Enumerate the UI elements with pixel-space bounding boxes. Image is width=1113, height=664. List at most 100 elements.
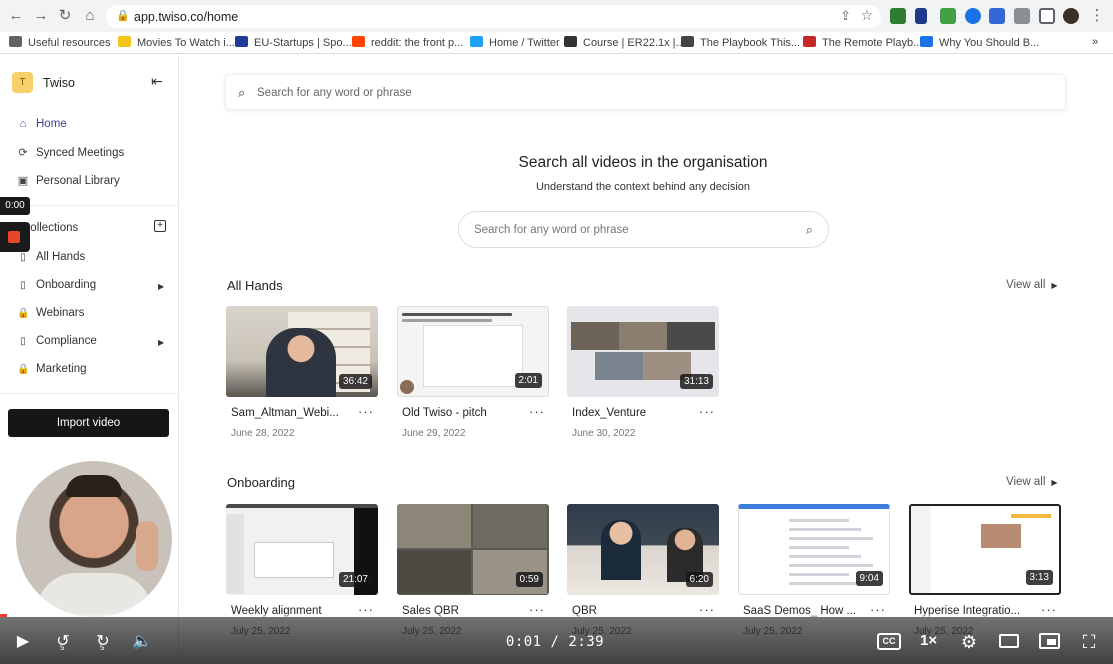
- collection-item-all-hands[interactable]: ▯ All Hands: [17, 251, 85, 263]
- more-options-icon[interactable]: ···: [699, 404, 715, 419]
- video-card[interactable]: 6:20QBR···July 25, 2022: [567, 504, 719, 637]
- video-card[interactable]: 3:13Hyperise Integratio...···July 25, 20…: [909, 504, 1061, 637]
- video-card[interactable]: 21:07Weekly alignment···July 25, 2022: [226, 504, 378, 637]
- extension-icon[interactable]: [915, 8, 927, 24]
- play-icon[interactable]: ▶: [9, 628, 37, 656]
- duration-badge: 2:01: [514, 373, 542, 388]
- top-search-bar[interactable]: ⌕ Search for any word or phrase: [225, 74, 1066, 110]
- hero-search-placeholder: Search for any word or phrase: [474, 224, 629, 236]
- thumbnail-text-line: [789, 564, 873, 567]
- video-title[interactable]: Old Twiso - pitch: [402, 407, 522, 419]
- extension-icon[interactable]: [940, 8, 956, 24]
- collection-item-label: All Hands: [36, 251, 86, 263]
- extension-icon[interactable]: [965, 8, 981, 24]
- video-thumbnail[interactable]: 9:04: [738, 504, 890, 595]
- more-options-icon[interactable]: ···: [529, 404, 545, 419]
- theater-mode-icon[interactable]: [999, 634, 1019, 648]
- skip-back-icon[interactable]: ↺ 5: [49, 628, 77, 656]
- volume-icon[interactable]: 🔈: [128, 628, 156, 656]
- view-all-link[interactable]: View all ▶: [1006, 476, 1058, 488]
- bookmark-item[interactable]: Why You Should B...: [920, 36, 1039, 49]
- profile-avatar[interactable]: [1063, 8, 1079, 24]
- video-thumbnail[interactable]: 2:01: [397, 306, 549, 397]
- hero-search-input[interactable]: Search for any word or phrase ⌕: [458, 211, 829, 248]
- video-date: June 28, 2022: [231, 428, 295, 439]
- bookmark-item[interactable]: Course | ER22.1x |...: [564, 36, 685, 49]
- favicon-icon: [235, 36, 248, 47]
- collapse-sidebar-icon[interactable]: ⇤: [151, 73, 163, 90]
- bookmark-item[interactable]: reddit: the front p...: [352, 36, 463, 49]
- collection-item-marketing[interactable]: 🔒 Marketing: [17, 363, 87, 375]
- document-icon: ▯: [20, 252, 26, 263]
- extension-icon[interactable]: [890, 8, 906, 24]
- captions-button[interactable]: CC: [877, 633, 901, 650]
- video-title[interactable]: Index_Venture: [572, 407, 692, 419]
- translate-extension-icon[interactable]: [989, 8, 1005, 24]
- more-bookmarks-icon[interactable]: »: [1092, 36, 1098, 48]
- stop-recording-button[interactable]: [0, 222, 30, 252]
- bookmark-label: EU-Startups | Spo...: [254, 37, 352, 49]
- picture-in-picture-icon[interactable]: [1039, 633, 1060, 649]
- import-video-button[interactable]: Import video: [8, 409, 169, 437]
- webcam-bubble[interactable]: [16, 461, 172, 617]
- thumbnail-text-line: [789, 582, 861, 585]
- view-all-link[interactable]: View all ▶: [1006, 279, 1058, 291]
- org-name[interactable]: Twiso: [43, 76, 75, 90]
- back-icon[interactable]: ←: [7, 7, 25, 25]
- collection-item-compliance[interactable]: ▯ Compliance: [17, 335, 97, 347]
- fullscreen-icon[interactable]: ⛶: [1075, 628, 1103, 656]
- side-panel-icon[interactable]: [1039, 8, 1055, 24]
- video-thumbnail[interactable]: 31:13: [567, 306, 719, 397]
- video-thumbnail[interactable]: 0:59: [397, 504, 549, 595]
- video-thumbnail[interactable]: 36:42: [226, 306, 378, 397]
- sidebar-item-synced-meetings[interactable]: ⟳ Synced Meetings: [17, 146, 124, 159]
- bookmark-item[interactable]: Home / Twitter: [470, 36, 560, 49]
- playback-speed-button[interactable]: 1×: [920, 632, 937, 649]
- collection-item-webinars[interactable]: 🔒 Webinars: [17, 307, 84, 319]
- expand-arrow-icon[interactable]: ▶: [158, 282, 164, 291]
- expand-arrow-icon[interactable]: ▶: [158, 338, 164, 347]
- home-browser-icon[interactable]: ⌂: [81, 7, 99, 25]
- video-date: June 29, 2022: [402, 428, 466, 439]
- thumbnail-video-tile: [397, 550, 471, 594]
- video-thumbnail[interactable]: 3:13: [909, 504, 1061, 595]
- search-icon[interactable]: ⌕: [806, 222, 813, 238]
- duration-badge: 3:13: [1025, 570, 1053, 585]
- video-card[interactable]: 36:42 Sam_Altman_Webi... ··· June 28, 2022: [226, 306, 378, 439]
- forward-icon[interactable]: →: [32, 7, 50, 25]
- skip-forward-icon[interactable]: ↻ 5: [89, 628, 117, 656]
- address-bar[interactable]: 🔒 app.twiso.co/home ⇪ ☆: [106, 5, 881, 28]
- video-card[interactable]: 31:13 Index_Venture ··· June 30, 2022: [567, 306, 719, 439]
- bookmark-label: Course | ER22.1x |...: [583, 37, 685, 49]
- bookmark-star-icon[interactable]: ☆: [860, 7, 873, 24]
- sidebar-item-home[interactable]: ⌂ Home: [17, 118, 67, 130]
- video-card[interactable]: 2:01 Old Twiso - pitch ··· June 29, 2022: [397, 306, 549, 439]
- video-card[interactable]: 9:04SaaS Demos_ How ...···July 25, 2022: [738, 504, 890, 637]
- duration-badge: 36:42: [338, 374, 372, 389]
- settings-gear-icon[interactable]: ⚙: [955, 628, 983, 656]
- sync-icon: ⟳: [18, 147, 28, 159]
- collection-item-label: Onboarding: [36, 279, 97, 291]
- bookmark-item[interactable]: EU-Startups | Spo...: [235, 36, 352, 49]
- add-collection-icon[interactable]: +: [154, 220, 166, 232]
- thumbnail-tag: [1011, 514, 1051, 518]
- video-title[interactable]: Sam_Altman_Webi...: [231, 407, 351, 419]
- video-card[interactable]: 0:59Sales QBR···July 25, 2022: [397, 504, 549, 637]
- menu-kebab-icon[interactable]: ⋮: [1088, 7, 1106, 25]
- puzzle-extensions-icon[interactable]: [1014, 8, 1030, 24]
- video-thumbnail[interactable]: 21:07: [226, 504, 378, 595]
- bookmark-label: Home / Twitter: [489, 37, 560, 49]
- thumbnail-text-line: [789, 528, 861, 531]
- more-options-icon[interactable]: ···: [358, 404, 374, 419]
- sidebar-item-personal-library[interactable]: ▣ Personal Library: [17, 174, 120, 187]
- bookmarks-bar: Useful resources Movies To Watch i... EU-S…: [0, 32, 1113, 54]
- bookmark-item[interactable]: Useful resources: [9, 36, 111, 49]
- bookmark-item[interactable]: The Playbook This...: [681, 36, 800, 49]
- library-icon: ▣: [17, 175, 29, 187]
- bookmark-item[interactable]: The Remote Playb...: [803, 36, 922, 49]
- collection-item-onboarding[interactable]: ▯ Onboarding: [17, 279, 96, 291]
- bookmark-item[interactable]: Movies To Watch i...: [118, 36, 235, 49]
- share-icon[interactable]: ⇪: [840, 8, 851, 24]
- video-thumbnail[interactable]: 6:20: [567, 504, 719, 595]
- reload-icon[interactable]: ↻: [56, 7, 74, 25]
